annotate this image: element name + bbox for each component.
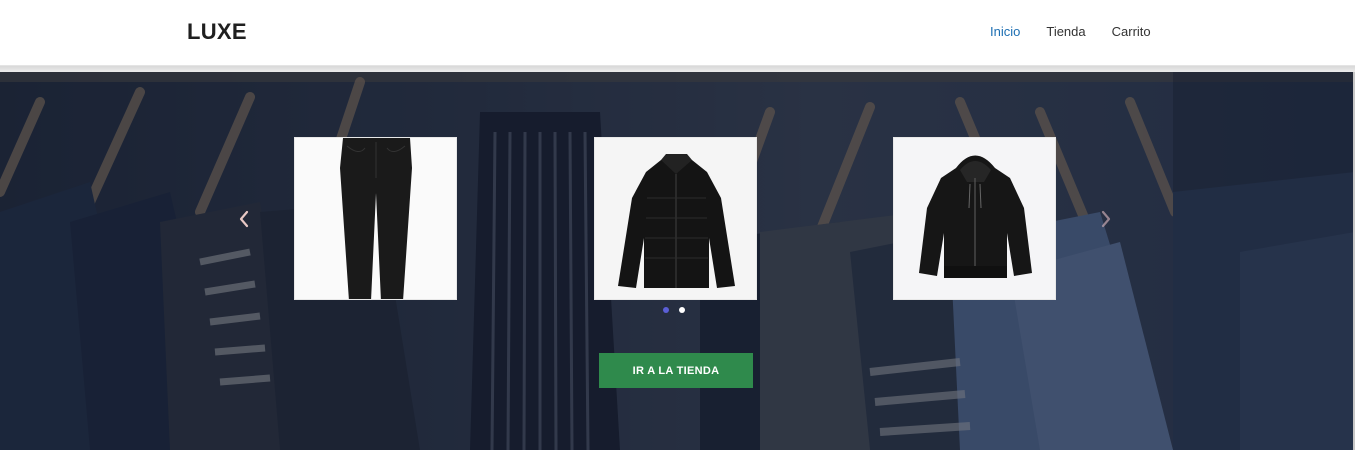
carousel-next-button[interactable] [1096,203,1116,235]
main-nav: Inicio Tienda Carrito [990,24,1177,39]
nav-link-carrito[interactable]: Carrito [1112,24,1151,39]
black-jeans-image [295,138,456,299]
black-puffer-jacket-image [595,138,756,299]
carousel-item-jeans[interactable] [294,137,457,300]
black-zip-hoodie-image [894,138,1055,299]
chevron-left-icon [239,210,249,228]
nav-link-tienda[interactable]: Tienda [1046,24,1085,39]
hero-side-panel [1173,72,1355,450]
carousel-indicator-2[interactable] [679,307,685,313]
nav-link-inicio[interactable]: Inicio [990,24,1020,39]
carousel-item-jacket[interactable] [594,137,757,300]
carousel-item-hoodie[interactable] [893,137,1056,300]
carousel-indicators [663,307,695,313]
carousel-prev-button[interactable] [234,203,254,235]
hero-section: IR A LA TIENDA [0,72,1355,450]
go-to-shop-button[interactable]: IR A LA TIENDA [599,353,753,388]
brand-logo[interactable]: LUXE [187,19,247,45]
carousel-indicator-1[interactable] [663,307,669,313]
chevron-right-icon [1101,210,1111,228]
navbar: LUXE Inicio Tienda Carrito [0,0,1355,66]
